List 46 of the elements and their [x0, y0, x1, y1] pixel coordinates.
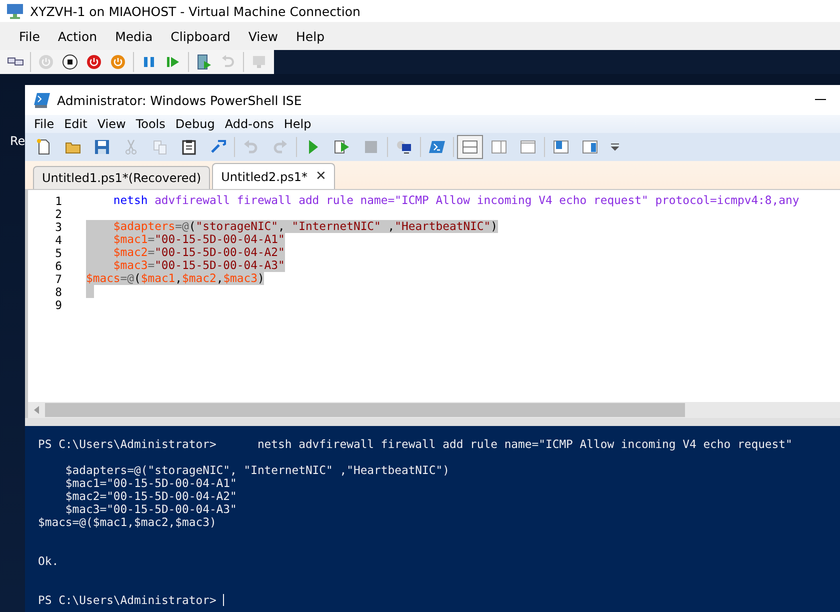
menu-item[interactable]: Clipboard	[162, 28, 240, 44]
text-cursor	[223, 594, 224, 606]
menu-item[interactable]: Edit	[59, 117, 92, 131]
menu-item[interactable]: View	[239, 28, 288, 44]
power-icon[interactable]	[85, 53, 103, 71]
menu-item[interactable]: Add-ons	[220, 117, 279, 131]
menu-item[interactable]: Media	[106, 28, 162, 44]
line-number: 8	[54, 284, 62, 298]
menu-item[interactable]: Help	[278, 117, 316, 131]
console-text: $mac1="00-15-5D-00-04-A1"	[64, 476, 237, 490]
console-prompt: PS C:\Users\Administrator>	[38, 592, 218, 606]
menu-item[interactable]: Help	[287, 28, 334, 44]
line-number: 2	[54, 206, 62, 220]
console-text: PS C:\Users\Administrator> netsh advfirewall firewall add rule name="ICMP Allow incoming V4 echo request"	[38, 436, 792, 450]
line-number: 3	[54, 220, 62, 234]
stop-icon[interactable]	[61, 53, 79, 71]
line-number: 6	[54, 258, 62, 272]
horizontal-scrollbar[interactable]	[28, 402, 840, 418]
close-icon[interactable]: ✕	[315, 169, 326, 184]
code-line: netsh advfirewall firewall add rule name="ICMP Allow incoming V4 echo request" protocol=icmpv4:8,any	[112, 194, 800, 207]
power-icon[interactable]	[109, 53, 127, 71]
line-number: 9	[54, 298, 62, 312]
checkpoint-icon[interactable]	[195, 53, 213, 71]
window-title: Administrator: Windows PowerShell ISE	[57, 92, 302, 108]
menu-item[interactable]: File	[29, 117, 60, 131]
menu-item[interactable]: File	[10, 28, 49, 44]
menu-item[interactable]: Action	[48, 28, 106, 44]
line-number: 5	[54, 246, 62, 260]
file-tab[interactable]: Untitled1.ps1*(Recovered)	[33, 166, 210, 189]
menu-item[interactable]: Debug	[170, 117, 220, 131]
menu-item[interactable]: View	[92, 117, 131, 131]
line-number: 7	[54, 272, 62, 286]
powershell-icon	[33, 92, 51, 108]
console-text: Ok.	[38, 554, 59, 568]
window-title: XYZVH-1 on MIAOHOST - Virtual Machine Connection	[30, 4, 360, 18]
file-tab[interactable]: Untitled2.ps1* ✕	[212, 163, 336, 189]
console-text: $mac3="00-15-5D-00-04-A3"	[64, 502, 237, 516]
console-pane[interactable]	[25, 418, 840, 612]
line-number: 4	[54, 232, 62, 246]
console-text: $mac2="00-15-5D-00-04-A2"	[64, 488, 237, 502]
menu-item[interactable]: Tools	[130, 117, 170, 131]
desktop-icon-label[interactable]: Re	[10, 134, 26, 148]
monitor-icon	[6, 3, 24, 19]
line-number: 1	[54, 194, 62, 208]
console-text: $macs=@($mac1,$mac2,$mac3)	[38, 514, 216, 528]
console-text: $adapters=@("storageNIC", "InternetNIC" ,"HeartbeatNIC")	[64, 462, 450, 476]
